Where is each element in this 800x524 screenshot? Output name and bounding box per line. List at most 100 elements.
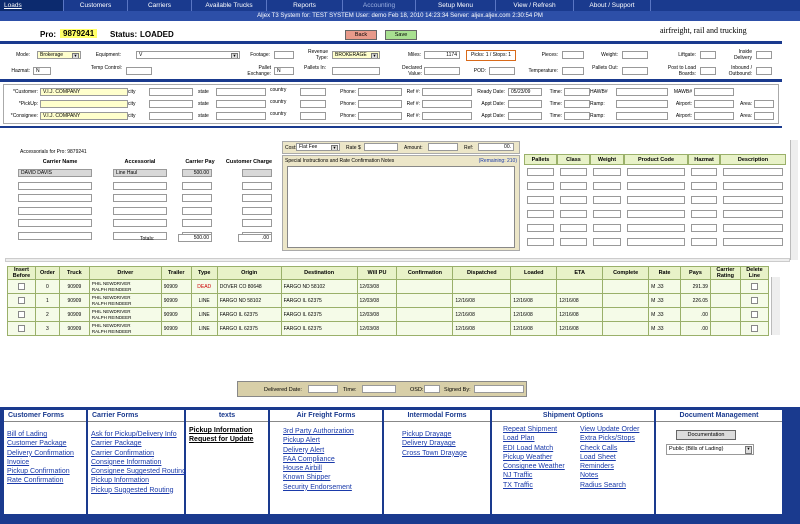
temp-control-input[interactable]	[126, 67, 152, 75]
carrier-form-link[interactable]: Carrier Confirmation	[88, 449, 184, 458]
acc-carrier-input[interactable]	[18, 181, 92, 190]
commodity-weight-input[interactable]	[593, 168, 621, 176]
delete-line-checkbox[interactable]	[739, 321, 770, 336]
nav-view-refresh[interactable]: View / Refresh	[496, 0, 574, 11]
delivery-time-input[interactable]	[362, 385, 396, 393]
shipment-option-link[interactable]: Reminders	[577, 462, 654, 471]
commodity-description-input[interactable]	[723, 196, 783, 204]
shipment-option-link[interactable]: View Update Order	[577, 425, 654, 434]
intermodal-form-link[interactable]: Pickup Drayage	[399, 430, 490, 439]
insert-before-checkbox[interactable]	[7, 279, 36, 294]
commodity-pallets-input[interactable]	[527, 196, 554, 204]
insert-before-checkbox[interactable]	[17, 297, 25, 304]
pickup-mawb-input[interactable]	[694, 100, 734, 108]
footage-input[interactable]	[274, 51, 294, 59]
customer-input[interactable]: V.I.J. COMPANY	[40, 88, 128, 96]
text-form-link[interactable]: Request for Update	[186, 435, 268, 444]
carrier-form-link[interactable]: Pickup Information	[88, 476, 184, 485]
weight-input[interactable]	[622, 51, 648, 59]
temperature-input[interactable]	[562, 67, 584, 75]
consignee-mawb-input[interactable]	[694, 112, 734, 120]
shipment-option-link[interactable]: Notes	[577, 471, 654, 480]
air-freight-form-link[interactable]: Pickup Alert	[280, 436, 382, 445]
commodity-product-code-input[interactable]	[627, 182, 685, 190]
inbound-outbound-input[interactable]	[756, 67, 772, 75]
commodity-hazmat-input[interactable]	[691, 238, 717, 246]
mode-select[interactable]: Brokerage ▼	[37, 51, 81, 59]
acc-carrier-input[interactable]	[18, 194, 92, 202]
commodity-hazmat-input[interactable]	[691, 196, 717, 204]
delivered-date-input[interactable]	[308, 385, 338, 393]
pallets-out-input[interactable]	[622, 67, 648, 75]
commodity-class-input[interactable]	[560, 168, 587, 176]
shipment-option-link[interactable]: Consignee Weather	[500, 462, 577, 471]
acc-accessorial-input[interactable]	[113, 206, 167, 215]
nav-available-trucks[interactable]: Available Trucks	[192, 0, 267, 11]
commodity-product-code-input[interactable]	[627, 224, 685, 232]
customer-city-input[interactable]	[149, 88, 193, 96]
acc-carrier-pay-input[interactable]	[182, 181, 212, 190]
commodity-description-input[interactable]	[723, 238, 783, 246]
horizontal-scrollbar[interactable]	[5, 258, 790, 262]
pickup-city-input[interactable]	[149, 100, 193, 108]
commodity-pallets-input[interactable]	[527, 224, 554, 232]
shipment-option-link[interactable]: Repeat Shipment	[500, 425, 577, 434]
commodity-product-code-input[interactable]	[627, 168, 685, 176]
commodity-pallets-input[interactable]	[527, 168, 554, 176]
nav-loads[interactable]: Loads	[0, 0, 64, 11]
customer-form-link[interactable]: Invoice	[4, 458, 86, 467]
air-freight-form-link[interactable]: FAA Compliance	[280, 455, 382, 464]
shipment-option-link[interactable]: Pickup Weather	[500, 453, 577, 462]
commodity-description-input[interactable]	[723, 168, 783, 176]
commodity-pallets-input[interactable]	[527, 238, 554, 246]
commodity-hazmat-input[interactable]	[691, 182, 717, 190]
trip-row[interactable]: 3 90909 PHIL NEWDRIVER RALPH REINDEER 90909 L…	[7, 321, 770, 336]
air-freight-form-link[interactable]: Security Endorsement	[280, 483, 382, 492]
customer-country-input[interactable]	[300, 88, 326, 96]
documentation-button[interactable]: Documentation	[676, 430, 736, 440]
ref-input[interactable]: 00.	[478, 143, 514, 151]
commodity-hazmat-input[interactable]	[691, 168, 717, 176]
pickup-area-input[interactable]	[754, 100, 774, 108]
air-freight-form-link[interactable]: 3rd Party Authorization	[280, 427, 382, 436]
pallets-in-input[interactable]	[332, 67, 380, 75]
commodity-product-code-input[interactable]	[627, 238, 685, 246]
acc-customer-charge-input[interactable]	[242, 194, 272, 202]
miles-input[interactable]: 1174	[424, 51, 460, 59]
delete-line-checkbox[interactable]	[750, 311, 758, 318]
osd-input[interactable]	[424, 385, 440, 393]
carrier-form-link[interactable]: Carrier Package	[88, 439, 184, 448]
shipment-option-link[interactable]: Check Calls	[577, 444, 654, 453]
delete-line-checkbox[interactable]	[750, 297, 758, 304]
delete-line-checkbox[interactable]	[739, 279, 770, 294]
commodity-class-input[interactable]	[560, 196, 587, 204]
insert-before-checkbox[interactable]	[17, 325, 25, 332]
customer-form-link[interactable]: Customer Package	[4, 439, 86, 448]
acc-accessorial-input[interactable]	[113, 181, 167, 190]
post-load-boards-input[interactable]	[700, 67, 716, 75]
customer-form-link[interactable]: Delivery Confirmation	[4, 449, 86, 458]
customer-mawb-input[interactable]	[694, 88, 734, 96]
carrier-form-link[interactable]: Consignee Suggested Routing	[88, 467, 186, 476]
commodity-pallets-input[interactable]	[527, 182, 554, 190]
commodity-class-input[interactable]	[560, 182, 587, 190]
customer-form-link[interactable]: Rate Confirmation	[4, 476, 86, 485]
commodity-class-input[interactable]	[560, 210, 587, 218]
delete-line-checkbox[interactable]	[739, 307, 770, 322]
shipment-option-link[interactable]: EDI Load Match	[500, 444, 577, 453]
picks-stops-box[interactable]: Picks: 1 / Stops: 1	[466, 50, 516, 61]
consignee-state-input[interactable]	[216, 112, 266, 120]
commodity-class-input[interactable]	[560, 238, 587, 246]
acc-accessorial-input[interactable]: Line Haul	[113, 169, 167, 177]
acc-accessorial-input[interactable]	[113, 194, 167, 202]
revenue-type-select[interactable]: BROKERAGE ▼	[332, 51, 380, 59]
trip-row[interactable]: 2 90909 PHIL NEWDRIVER RALPH REINDEER 90909 L…	[7, 307, 770, 322]
commodity-description-input[interactable]	[723, 224, 783, 232]
acc-carrier-input[interactable]	[18, 219, 92, 227]
pickup-input[interactable]	[40, 100, 128, 108]
pickup-phone-input[interactable]	[358, 100, 402, 108]
commodity-description-input[interactable]	[723, 210, 783, 218]
acc-carrier-pay-input[interactable]	[182, 219, 212, 227]
acc-carrier-input[interactable]	[18, 206, 92, 215]
commodity-weight-input[interactable]	[593, 224, 621, 232]
